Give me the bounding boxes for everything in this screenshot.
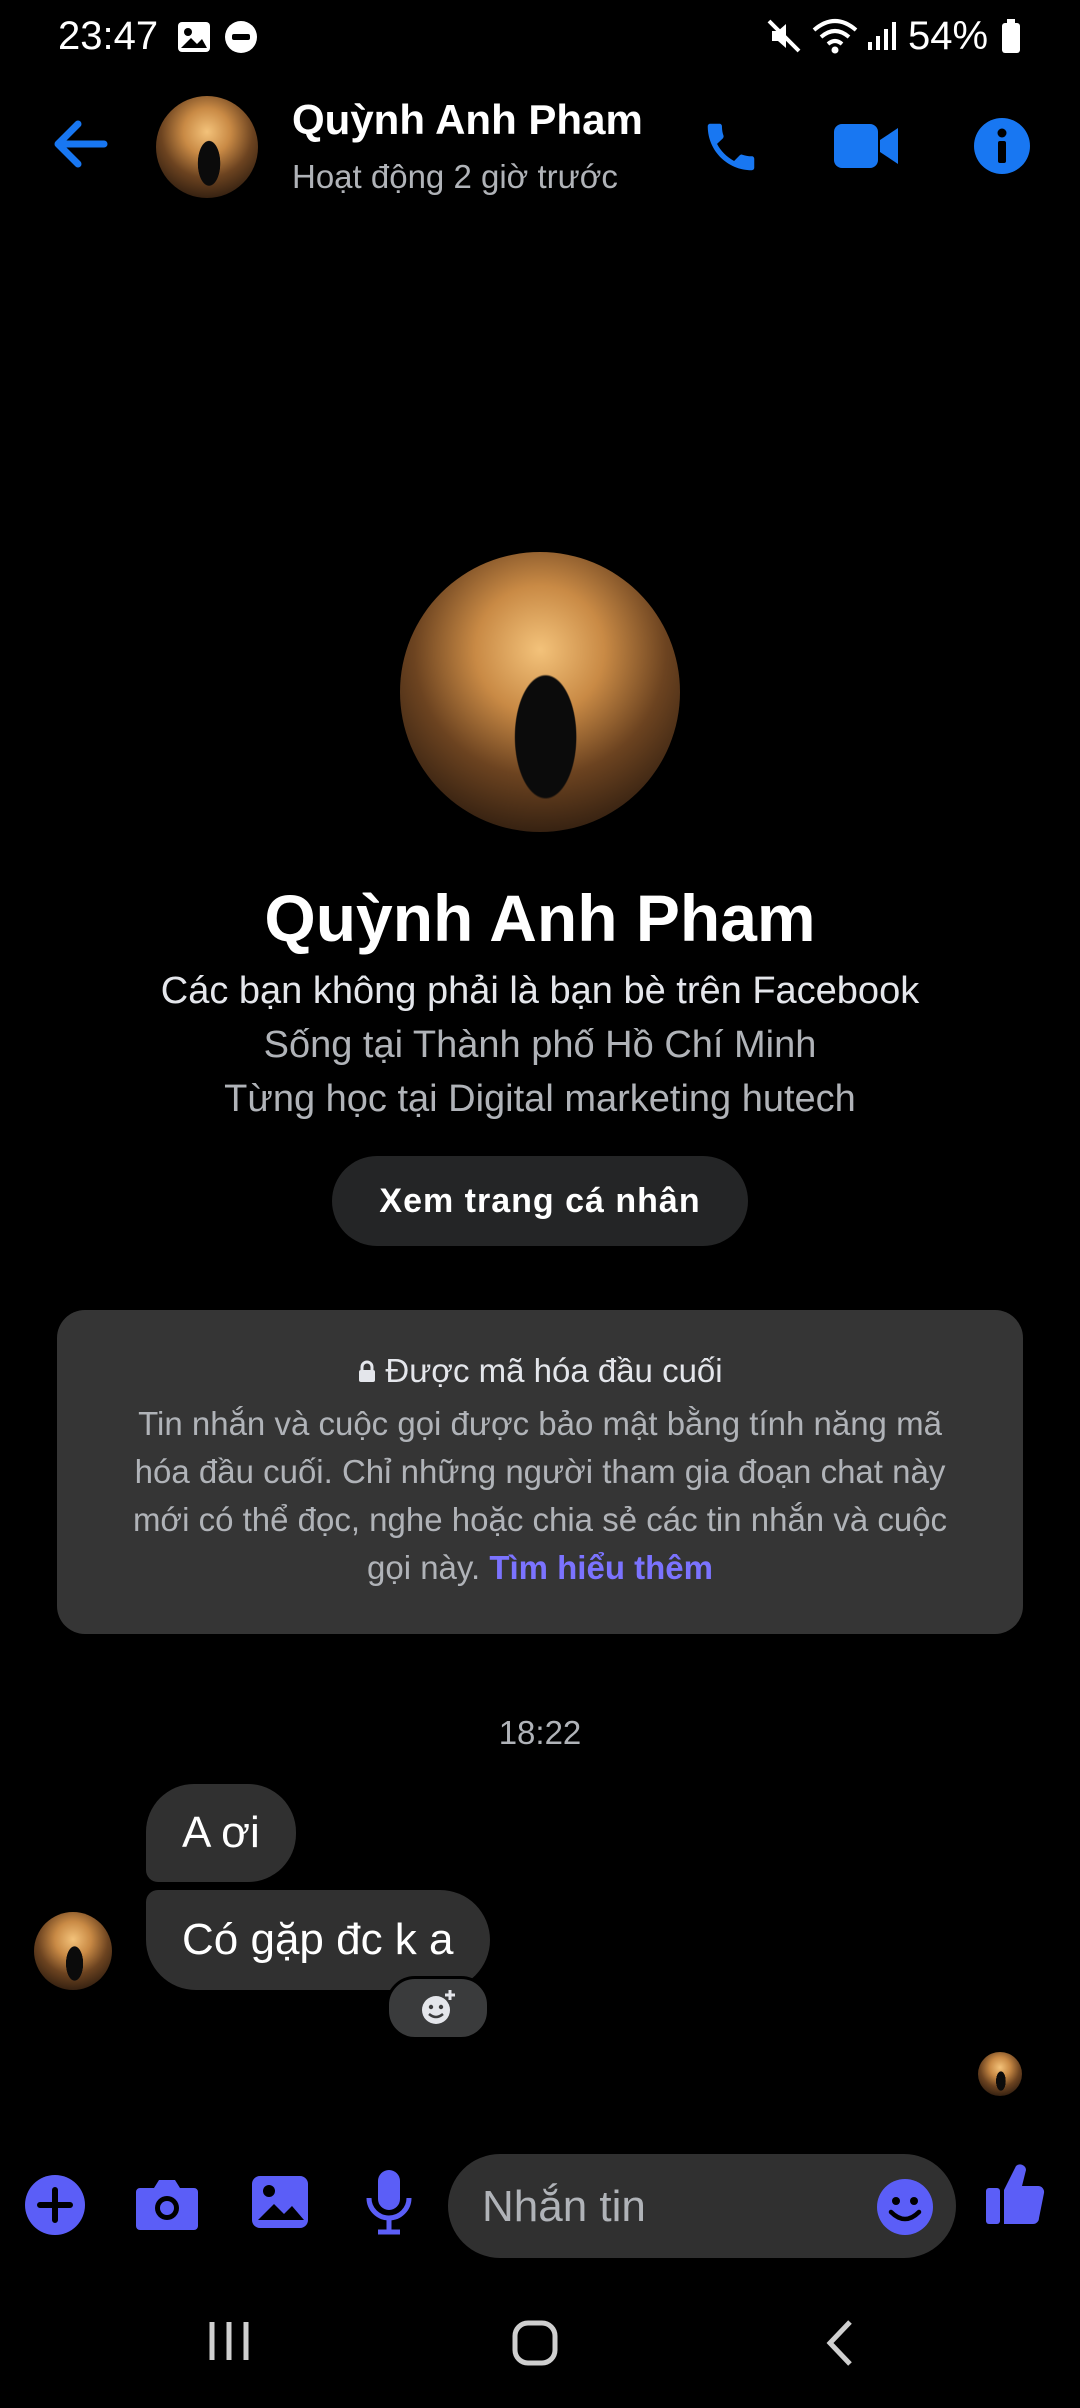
dnd-icon	[225, 21, 257, 53]
info-icon[interactable]	[972, 116, 1032, 176]
encryption-title: Được mã hóa đầu cuối	[385, 1352, 723, 1389]
back-icon[interactable]	[820, 2316, 860, 2370]
encryption-notice-card: Được mã hóa đầu cuối Tin nhắn và cuộc gọ…	[57, 1310, 1023, 1634]
add-reaction-icon	[422, 1990, 455, 2024]
like-icon[interactable]	[984, 2160, 1046, 2228]
mute-icon	[767, 19, 801, 53]
profile-education: Từng học tại Digital marketing hutech	[224, 1078, 856, 1120]
gallery-icon[interactable]	[250, 2174, 310, 2230]
home-icon[interactable]	[510, 2318, 560, 2368]
emoji-icon[interactable]	[876, 2178, 934, 2236]
message-text: A ơi	[182, 1808, 260, 1857]
message-text: Có gặp đc k a	[182, 1915, 454, 1964]
seen-receipt-avatar	[978, 2052, 1022, 2096]
wifi-icon	[812, 19, 858, 54]
battery-percentage: 54%	[908, 14, 989, 58]
profile-avatar[interactable]	[400, 552, 680, 832]
image-icon	[178, 22, 210, 52]
recent-apps-icon[interactable]	[206, 2318, 252, 2364]
profile-location: Sống tại Thành phố Hồ Chí Minh	[263, 1024, 817, 1066]
contact-activity: Hoạt động 2 giờ trước	[292, 158, 618, 195]
phone-icon[interactable]	[700, 116, 762, 178]
lock-icon	[359, 1360, 376, 1382]
message-bubble[interactable]: Có gặp đc k a	[146, 1890, 490, 1990]
contact-name[interactable]: Quỳnh Anh Pham	[292, 96, 643, 144]
encryption-title-row: Được mã hóa đầu cuối	[57, 1352, 1023, 1390]
add-reaction-button[interactable]	[386, 1976, 490, 2040]
encryption-body: Tin nhắn và cuộc gọi được bảo mật bằng t…	[127, 1400, 953, 1592]
sender-avatar[interactable]	[34, 1912, 112, 1990]
plus-icon[interactable]	[24, 2174, 86, 2236]
back-arrow-icon[interactable]	[50, 118, 108, 170]
message-bubble[interactable]: A ơi	[146, 1784, 296, 1882]
view-profile-button[interactable]: Xem trang cá nhân	[332, 1156, 748, 1246]
signal-icon	[868, 22, 896, 50]
profile-name: Quỳnh Anh Pham	[264, 881, 816, 955]
learn-more-link[interactable]: Tìm hiểu thêm	[489, 1549, 713, 1586]
message-timestamp: 18:22	[498, 1714, 582, 1751]
message-input-placeholder: Nhắn tin	[482, 2182, 646, 2231]
camera-icon[interactable]	[134, 2174, 200, 2234]
profile-friend-status: Các bạn không phải là bạn bè trên Facebo…	[160, 970, 920, 1012]
battery-icon	[1002, 19, 1020, 53]
contact-avatar[interactable]	[156, 96, 258, 198]
video-icon[interactable]	[832, 120, 902, 172]
mic-icon[interactable]	[364, 2168, 414, 2236]
status-time: 23:47	[58, 14, 159, 58]
message-input[interactable]: Nhắn tin	[448, 2154, 956, 2258]
